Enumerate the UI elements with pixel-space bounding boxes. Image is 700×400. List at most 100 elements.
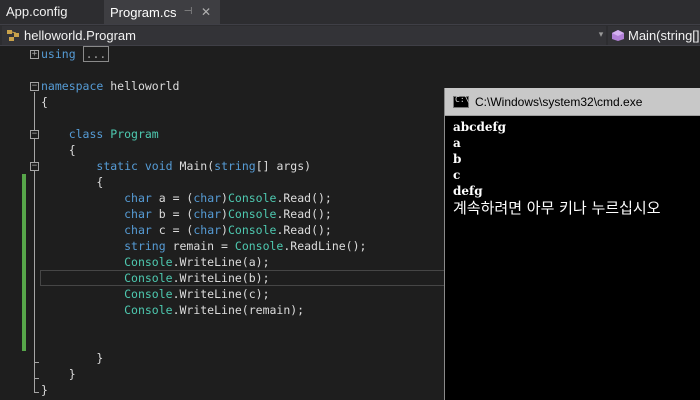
type-console: Console [234,239,284,253]
code-line-writeline-remain: Console.WriteLine(remain); [41,302,304,318]
code-line-brace: { [41,94,48,110]
type-console: Console [227,223,277,237]
type-console: Console [124,303,173,317]
close-icon[interactable]: ✕ [200,5,212,19]
code-line-brace: } [41,366,76,382]
method-signature: Main( [179,159,215,173]
outline-collapse-main[interactable]: − [30,162,39,171]
tab-app-config[interactable]: App.config [0,0,104,24]
outline-collapse-namespace[interactable]: − [30,82,39,91]
outline-end-namespace [34,392,39,393]
code-text: a = ( [151,191,194,205]
code-line-brace: { [41,174,103,190]
keyword-char: char [124,191,152,205]
code-line-brace: } [41,382,48,398]
keyword-namespace: namespace [41,79,104,93]
console-prompt: 계속하려면 아무 키나 누르십시오 [453,199,661,217]
keyword-char: char [193,207,222,221]
code-text: ) [221,223,228,237]
collapsed-region[interactable]: ... [82,46,110,62]
outline-end-main [34,362,39,363]
outline-expand-using[interactable]: + [30,50,39,59]
code-text: remain = [165,239,235,253]
keyword-char: char [193,223,222,237]
brace: { [96,175,104,189]
indicator-margin [0,46,20,400]
code-line-writeline-b: Console.WriteLine(b); [41,270,270,286]
brace: } [96,351,104,365]
pin-icon[interactable]: ⊣ [182,5,194,19]
code-line-brace: { [41,142,76,158]
outline-end-class [34,378,39,379]
keyword-char: char [124,223,152,237]
code-line-class: class Program [41,126,159,142]
console-output[interactable]: abcdefg a b c defg 계속하려면 아무 키나 누르십시오 [445,117,700,400]
method-params: [] args) [255,159,312,173]
code-line-namespace: namespace helloworld [41,78,180,94]
console-title: C:\Windows\system32\cmd.exe [475,95,643,109]
console-output-line: defg [453,184,483,198]
console-output-line: c [453,168,461,182]
console-icon-glyph: C:\ [455,95,470,104]
code-line-using: using ... [41,46,110,62]
class-selector[interactable]: helloworld.Program ▾ [2,26,606,45]
keyword-char: char [193,191,222,205]
type-console: Console [227,191,277,205]
console-output-line: b [453,152,462,166]
code-text: .Read(); [276,223,332,237]
console-titlebar[interactable]: C:\ C:\Windows\system32\cmd.exe [445,88,700,116]
code-line-char-a: char a = (char)Console.Read(); [41,190,332,206]
console-output-line: a [453,136,461,150]
code-text: .ReadLine(); [283,239,367,253]
code-text: ) [221,207,228,221]
member-selector-label: Main(string[] [628,28,700,43]
code-line-char-c: char c = (char)Console.Read(); [41,222,332,238]
code-text: .WriteLine(remain); [172,303,305,317]
keyword-class: class [68,127,104,141]
type-console: Console [227,207,277,221]
keyword-static: static [96,159,138,173]
tab-label: App.config [6,4,68,19]
code-text: ) [221,191,228,205]
chevron-down-icon[interactable]: ▾ [596,26,606,45]
keyword-using: using [41,47,76,61]
code-line-char-b: char b = (char)Console.Read(); [41,206,332,222]
change-tracking-marker [22,174,26,351]
type-console: Console [124,287,173,301]
brace: { [68,143,76,157]
console-icon: C:\ [453,95,470,108]
code-text: c = ( [151,223,194,237]
code-text: .Read(); [276,207,332,221]
keyword-string: string [214,159,256,173]
navigation-bar: helloworld.Program ▾ Main(string[] [0,24,700,46]
code-line-writeline-a: Console.WriteLine(a); [41,254,270,270]
keyword-void: void [144,159,173,173]
keyword-string: string [124,239,166,253]
console-window[interactable]: C:\ C:\Windows\system32\cmd.exe abcdefg … [444,88,700,400]
brace: } [68,367,76,381]
code-line-writeline-c: Console.WriteLine(c); [41,286,270,302]
method-icon [612,30,624,41]
code-line-remain: string remain = Console.ReadLine(); [41,238,366,254]
code-text: .WriteLine(b); [172,271,270,285]
brace: } [41,383,48,397]
console-output-line: abcdefg [453,120,507,134]
namespace-name: helloworld [110,79,180,93]
code-text: b = ( [151,207,194,221]
outline-collapse-class[interactable]: − [30,130,39,139]
type-console: Console [124,271,173,285]
class-icon [7,30,19,41]
tab-label: Program.cs [110,5,177,20]
brace: { [41,95,48,109]
keyword-char: char [124,207,152,221]
code-line-brace: } [41,350,103,366]
class-selector-label: helloworld.Program [24,28,136,43]
code-line-main: static void Main(string[] args) [41,158,311,174]
code-text: .WriteLine(a); [172,255,270,269]
type-console: Console [124,255,173,269]
code-text: .Read(); [276,191,332,205]
code-text: .WriteLine(c); [172,287,270,301]
class-name: Program [110,127,159,141]
member-selector[interactable]: Main(string[] [608,26,700,45]
document-tab-bar: App.config Program.cs ⊣ ✕ [0,0,700,24]
